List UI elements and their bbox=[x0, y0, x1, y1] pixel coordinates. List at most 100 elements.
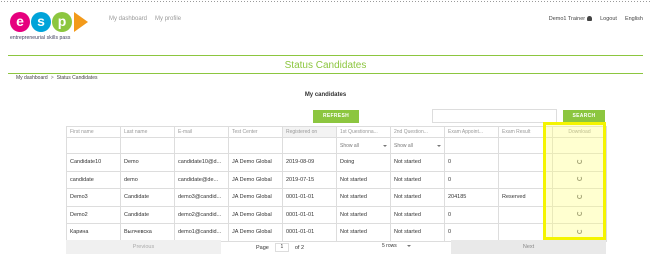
language-select[interactable]: English bbox=[625, 16, 643, 22]
cell-email: candidate10@d... bbox=[174, 153, 229, 172]
table-row[interactable]: Candidate10 Demo candidate10@d... JA Dem… bbox=[66, 153, 607, 172]
cell-registered-on: 0001-01-01 bbox=[282, 223, 337, 242]
filter-cell bbox=[120, 137, 175, 154]
search-button[interactable]: SEARCH bbox=[563, 110, 605, 123]
cell-exam-appointment: 0 bbox=[444, 170, 499, 189]
filter-cell bbox=[228, 137, 283, 154]
refresh-button[interactable]: REFRESH bbox=[313, 110, 359, 123]
chevron-down-icon bbox=[383, 144, 387, 147]
table-row[interactable]: Demo2 Candidate demo2@candid... JA Demo … bbox=[66, 205, 607, 224]
column-header-first-name[interactable]: First name bbox=[66, 126, 121, 138]
cell-1st-questionnaire: Not started bbox=[336, 205, 391, 224]
user-name: Demo1 Trainer bbox=[548, 16, 586, 22]
chevron-down-icon bbox=[406, 245, 411, 247]
cell-last-name: demo bbox=[120, 170, 175, 189]
logo-letter-s: s bbox=[31, 12, 51, 32]
cell-exam-appointment: 204185 bbox=[444, 188, 499, 207]
column-header-2nd-questionnaire[interactable]: 2nd Question... bbox=[390, 126, 445, 138]
rows-per-page-select[interactable]: 5 rows bbox=[382, 243, 411, 249]
cell-test-center: JA Demo Global bbox=[228, 153, 283, 172]
breadcrumb-separator: > bbox=[50, 75, 54, 81]
logout-link[interactable]: Logout bbox=[600, 16, 617, 22]
cell-first-name: Demo3 bbox=[66, 188, 121, 207]
cell-exam-result bbox=[498, 205, 553, 224]
section-title: My candidates bbox=[304, 92, 347, 98]
table-row[interactable]: Карина Вылчевска demo1@candid... JA Demo… bbox=[66, 223, 607, 242]
cell-registered-on: 2019-07-15 bbox=[282, 170, 337, 189]
column-header-exam-result[interactable]: Exam Result bbox=[498, 126, 553, 138]
breadcrumb-current: Status Candidates bbox=[56, 75, 98, 81]
cell-1st-questionnaire: Not started bbox=[336, 188, 391, 207]
column-header-email[interactable]: E-mail bbox=[174, 126, 229, 138]
user-menu[interactable]: Demo1 Trainer bbox=[548, 16, 593, 22]
cell-first-name: Карина bbox=[66, 223, 121, 242]
cell-exam-appointment: 0 bbox=[444, 205, 499, 224]
page-indicator: Page 1 of 2 bbox=[256, 243, 304, 252]
filter-label: Show all bbox=[394, 142, 413, 149]
header-divider-top bbox=[8, 55, 643, 56]
loading-spinner-icon bbox=[577, 193, 582, 199]
column-header-last-name[interactable]: Last name bbox=[120, 126, 175, 138]
cell-exam-result bbox=[498, 170, 553, 189]
nav-my-dashboard[interactable]: My dashboard bbox=[109, 16, 147, 22]
table-header-row: First name Last name E-mail Test Center … bbox=[66, 126, 607, 138]
filter-cell bbox=[174, 137, 229, 154]
cell-download[interactable] bbox=[552, 223, 607, 242]
breadcrumb: My dashboard > Status Candidates bbox=[16, 75, 97, 81]
logo-subtitle: entrepreneurial skills pass bbox=[10, 35, 71, 41]
column-header-exam-appointment[interactable]: Exam Appoint... bbox=[444, 126, 499, 138]
column-header-1st-questionnaire[interactable]: 1st Questionna... bbox=[336, 126, 391, 138]
breadcrumb-home[interactable]: My dashboard bbox=[16, 75, 48, 81]
table-row[interactable]: Demo3 Candidate demo3@candid... JA Demo … bbox=[66, 188, 607, 207]
cell-registered-on: 0001-01-01 bbox=[282, 205, 337, 224]
page-number-input[interactable]: 1 bbox=[274, 243, 289, 252]
filter-2nd-questionnaire-select[interactable]: Show all bbox=[390, 137, 445, 154]
loading-spinner-icon bbox=[577, 176, 582, 182]
table-row[interactable]: candidate demo candidate@de... JA Demo G… bbox=[66, 170, 607, 189]
cell-download[interactable] bbox=[552, 153, 607, 172]
filter-1st-questionnaire-select[interactable]: Show all bbox=[336, 137, 391, 154]
cell-email: candidate@de... bbox=[174, 170, 229, 189]
next-page-button[interactable]: Next bbox=[451, 240, 606, 254]
cell-email: demo2@candid... bbox=[174, 205, 229, 224]
cell-last-name: Вылчевска bbox=[120, 223, 175, 242]
cell-2nd-questionnaire: Not started bbox=[390, 188, 445, 207]
cell-1st-questionnaire: Doing bbox=[336, 153, 391, 172]
nav-my-profile[interactable]: My profile bbox=[155, 16, 181, 22]
rows-per-page-label: 5 rows bbox=[382, 243, 397, 249]
chevron-down-icon bbox=[437, 144, 441, 147]
table-filter-row: Show all Show all bbox=[66, 137, 607, 154]
filter-cell bbox=[282, 137, 337, 154]
esp-logo[interactable]: e s p entrepreneurial skills pass bbox=[10, 12, 100, 50]
logo-letter-p: p bbox=[52, 12, 72, 32]
cell-first-name: Demo2 bbox=[66, 205, 121, 224]
user-icon bbox=[587, 16, 593, 22]
cell-download[interactable] bbox=[552, 188, 607, 207]
cell-2nd-questionnaire: Not started bbox=[390, 223, 445, 242]
candidates-table: First name Last name E-mail Test Center … bbox=[66, 126, 607, 242]
cell-exam-appointment: 0 bbox=[444, 223, 499, 242]
column-header-registered-on[interactable]: Registered on bbox=[282, 126, 337, 138]
previous-page-button[interactable]: Previous bbox=[66, 240, 221, 254]
cell-registered-on: 0001-01-01 bbox=[282, 188, 337, 207]
main-nav: My dashboard My profile bbox=[109, 16, 181, 22]
cell-last-name: Demo bbox=[120, 153, 175, 172]
page-label: Page bbox=[256, 244, 269, 251]
cell-download[interactable] bbox=[552, 170, 607, 189]
cell-last-name: Candidate bbox=[120, 188, 175, 207]
cell-test-center: JA Demo Global bbox=[228, 188, 283, 207]
column-header-download: Download bbox=[552, 126, 607, 138]
page-title: Status Candidates bbox=[284, 60, 367, 71]
pagination: Previous Page 1 of 2 5 rows Next bbox=[66, 240, 606, 254]
cell-2nd-questionnaire: Not started bbox=[390, 205, 445, 224]
cell-test-center: JA Demo Global bbox=[228, 170, 283, 189]
cell-test-center: JA Demo Global bbox=[228, 205, 283, 224]
cell-test-center: JA Demo Global bbox=[228, 223, 283, 242]
cell-download[interactable] bbox=[552, 205, 607, 224]
search-input[interactable] bbox=[432, 109, 557, 123]
cell-1st-questionnaire: Not started bbox=[336, 170, 391, 189]
cell-1st-questionnaire: Not started bbox=[336, 223, 391, 242]
logo-letter-e: e bbox=[10, 12, 30, 32]
candidates-table-wrap: First name Last name E-mail Test Center … bbox=[66, 126, 607, 242]
column-header-test-center[interactable]: Test Center bbox=[228, 126, 283, 138]
